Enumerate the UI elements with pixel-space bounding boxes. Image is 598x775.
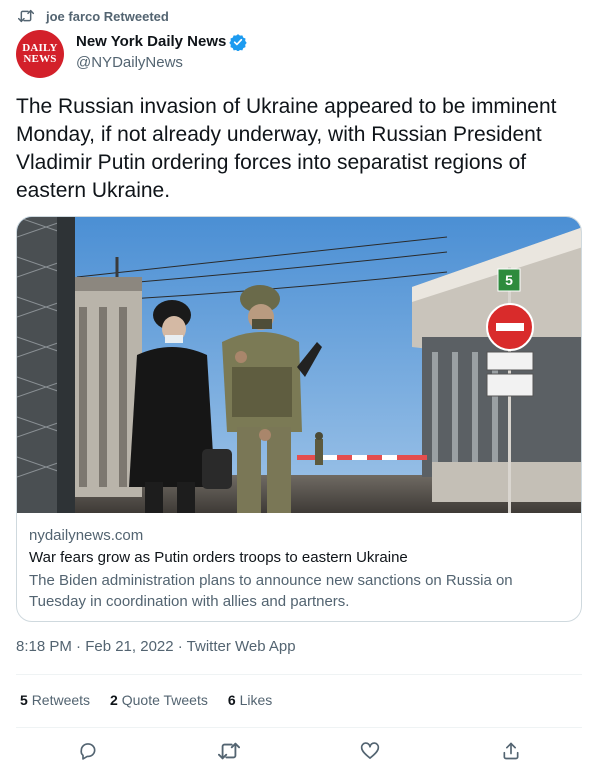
divider [16, 674, 582, 675]
avatar-line2: NEWS [23, 53, 57, 65]
retweet-icon [18, 9, 34, 23]
quote-tweets-label: Quote Tweets [121, 692, 208, 708]
reply-icon [78, 741, 98, 761]
retweet-button[interactable] [216, 738, 242, 764]
author-block: New York Daily News @NYDailyNews [76, 32, 248, 71]
retweet-context[interactable]: joe farco Retweeted [18, 8, 169, 24]
card-domain: nydailynews.com [29, 527, 144, 544]
retweet-context-text: joe farco Retweeted [46, 8, 169, 24]
author-handle[interactable]: @NYDailyNews [76, 54, 247, 71]
retweets-count: 5 [20, 692, 28, 708]
likes-stat[interactable]: 6 Likes [228, 692, 272, 708]
divider [16, 727, 582, 728]
like-button[interactable] [357, 738, 383, 764]
card-description: The Biden administration plans to announ… [29, 572, 513, 610]
likes-count: 6 [227, 692, 236, 708]
like-icon [360, 741, 380, 761]
sign-number: 5 [505, 272, 513, 288]
engagement-stats: 5 Retweets 2 Quote Tweets 6 Likes [20, 692, 292, 708]
likes-label: Likes [239, 692, 273, 708]
retweet-icon [218, 741, 240, 761]
reply-button[interactable] [75, 738, 101, 764]
share-button[interactable] [498, 738, 524, 764]
retweets-label: Retweets [31, 692, 91, 708]
author-name[interactable]: New York Daily News [76, 33, 226, 50]
card-image: 5 [17, 217, 581, 513]
action-bar [0, 738, 598, 764]
quote-tweets-stat[interactable]: 2 Quote Tweets [110, 692, 208, 708]
quote-tweets-count: 2 [110, 692, 118, 708]
card-title: War fears grow as Putin orders troops to… [29, 549, 408, 566]
link-card[interactable]: 5 nydailynews.com War fears grow as Puti… [16, 216, 582, 622]
verified-badge-icon [229, 33, 248, 52]
tweet-timestamp[interactable]: 8:18 PM · Feb 21, 2022 · Twitter Web App [16, 638, 296, 655]
avatar[interactable]: DAILY NEWS [16, 30, 64, 78]
share-icon [501, 741, 521, 761]
tweet-text: The Russian invasion of Ukraine appeared… [16, 95, 557, 202]
retweets-stat[interactable]: 5 Retweets [20, 692, 90, 708]
